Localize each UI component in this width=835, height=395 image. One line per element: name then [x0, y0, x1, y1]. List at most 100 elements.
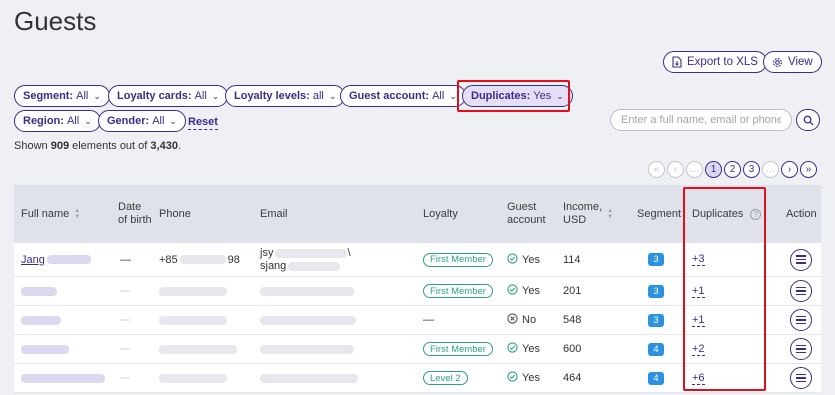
- results-summary: Shown 909 elements out of 3,430.: [14, 140, 181, 152]
- email-cell: [260, 364, 358, 392]
- income-cell: 201: [563, 285, 582, 297]
- sort-icon: ▲ ▼: [74, 208, 81, 220]
- summary-prefix: Shown: [14, 140, 48, 152]
- email-separator: \: [347, 246, 351, 259]
- filter-region[interactable]: Region: All ⌄: [14, 110, 101, 132]
- redacted-text: [275, 248, 348, 258]
- redacted-text: [159, 373, 227, 383]
- action-cell: [790, 364, 812, 392]
- pagination: « ‹ … 1 2 3 … › »: [648, 161, 817, 178]
- chevron-down-icon: ⌄: [169, 115, 177, 126]
- chevron-down-icon: ⌄: [328, 90, 337, 101]
- menu-icon[interactable]: [790, 338, 812, 360]
- pagination-ellipsis: …: [686, 161, 703, 178]
- filter-segment[interactable]: Segment: All ⌄: [14, 85, 110, 107]
- filter-guest-account[interactable]: Guest account: All ⌄: [340, 85, 466, 107]
- summary-shown-count: 909: [50, 140, 70, 152]
- guest-name-cell[interactable]: [21, 335, 69, 363]
- col-loyalty: Loyalty: [423, 185, 458, 243]
- guest-name-link[interactable]: Jang: [21, 254, 45, 266]
- page-3-button[interactable]: 3: [743, 161, 760, 178]
- filter-value: All: [76, 90, 89, 102]
- phone-end: 98: [227, 253, 240, 266]
- guest-account-value: Yes: [522, 285, 540, 297]
- filter-value: all: [312, 90, 324, 102]
- guest-account-cell: Yes: [507, 243, 540, 276]
- col-label: Date of birth: [118, 201, 152, 226]
- search-button[interactable]: [796, 109, 820, 131]
- page-2-button[interactable]: 2: [724, 161, 741, 178]
- col-guest-account: Guest account: [507, 185, 552, 243]
- check-circle-icon: [507, 371, 518, 385]
- filter-label: Guest account:: [349, 90, 430, 102]
- redacted-text: [21, 344, 69, 354]
- summary-middle: elements out of: [72, 140, 148, 152]
- phone-cell: [159, 277, 227, 305]
- segment-cell: 4: [648, 364, 664, 392]
- export-xls-label: Export to XLS: [687, 56, 758, 68]
- redacted-text: [260, 344, 354, 354]
- loyalty-cell: —: [423, 314, 434, 326]
- redacted-text: [120, 290, 130, 292]
- segment-cell: 3: [648, 306, 664, 334]
- segment-cell: 3: [648, 243, 664, 276]
- email-line-1: jsy: [260, 246, 274, 259]
- redacted-text: [21, 373, 105, 383]
- last-page-icon[interactable]: »: [800, 161, 817, 178]
- action-cell: [790, 277, 812, 305]
- filter-value: All: [152, 115, 165, 127]
- reset-filters-link[interactable]: Reset: [188, 116, 218, 130]
- col-label: Segment: [637, 207, 682, 220]
- loyalty-tag: First Member: [423, 284, 493, 298]
- guest-name-cell[interactable]: Jang: [21, 243, 91, 276]
- segment-badge: 3: [648, 284, 664, 298]
- col-label: Guest account: [507, 201, 546, 226]
- income-cell: 114: [563, 253, 581, 266]
- segment-badge: 3: [648, 313, 664, 327]
- menu-icon[interactable]: [790, 367, 812, 389]
- next-page-icon[interactable]: ›: [781, 161, 798, 178]
- view-button[interactable]: View: [763, 51, 822, 73]
- email-line-2: sjang: [260, 259, 287, 272]
- pagination-ellipsis: …: [762, 161, 779, 178]
- filter-loyalty-cards[interactable]: Loyalty cards: All ⌄: [108, 85, 229, 107]
- search-icon: [803, 115, 814, 126]
- chevron-down-icon: ⌄: [449, 90, 457, 101]
- loyalty-cell: First Member: [423, 335, 493, 363]
- redacted-text: [159, 344, 237, 354]
- loyalty-tag: Level 2: [423, 371, 468, 385]
- export-xls-button[interactable]: Export to XLS: [663, 51, 767, 73]
- x-circle-icon: [507, 313, 518, 327]
- guest-account-value: No: [522, 314, 537, 326]
- filter-loyalty-levels[interactable]: Loyalty levels: all ⌄: [225, 85, 346, 107]
- first-page-icon[interactable]: «: [648, 161, 665, 178]
- segment-cell: 3: [648, 277, 664, 305]
- col-full-name[interactable]: Full name ▲ ▼: [21, 185, 80, 243]
- prev-page-icon[interactable]: ‹: [667, 161, 684, 178]
- guest-name-cell[interactable]: [21, 306, 61, 334]
- guest-name-cell[interactable]: [21, 277, 57, 305]
- menu-icon[interactable]: [790, 309, 812, 331]
- guest-name-cell[interactable]: [21, 364, 105, 392]
- col-label: Income, USD: [563, 201, 603, 226]
- redacted-text: [288, 261, 341, 271]
- dob-cell: [120, 335, 130, 363]
- filter-label: Loyalty levels:: [234, 90, 310, 102]
- filter-gender[interactable]: Gender: All ⌄: [98, 110, 186, 132]
- segment-cell: 4: [648, 335, 664, 363]
- loyalty-cell: Level 2: [423, 364, 468, 392]
- chevron-down-icon: ⌄: [84, 115, 92, 126]
- duplicates-filter-highlight: [457, 80, 570, 112]
- menu-icon[interactable]: [790, 280, 812, 302]
- page-1-button[interactable]: 1: [705, 161, 722, 178]
- dob-cell: [120, 364, 130, 392]
- chevron-down-icon: ⌄: [93, 90, 101, 101]
- menu-icon[interactable]: [790, 248, 812, 271]
- filter-label: Loyalty cards:: [117, 90, 192, 102]
- search-input[interactable]: [610, 109, 792, 131]
- income-cell: 548: [563, 314, 582, 326]
- check-circle-icon: [507, 342, 518, 356]
- col-income[interactable]: Income, USD ▲ ▼: [563, 185, 613, 243]
- guest-account-cell: Yes: [507, 277, 540, 305]
- col-segment: Segment: [637, 185, 681, 243]
